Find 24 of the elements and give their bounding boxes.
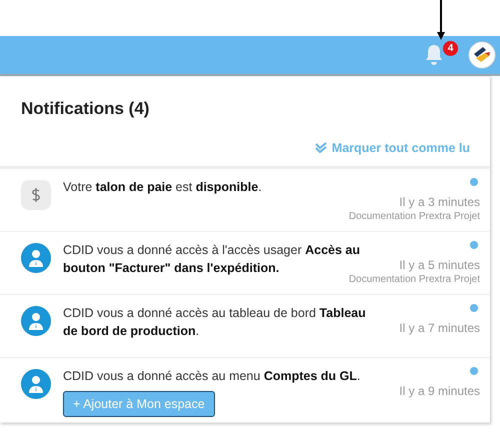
notification-time: Il y a 3 minutes [399,195,480,209]
notification-message: CDID vous a donné accès au menu Comptes du GL. [63,368,362,385]
notification-bell[interactable]: 4 [424,41,458,69]
notification-message: CDID vous a donné accès au tableau de bord Tableau de bord de production. [63,305,367,340]
user-avatar-icon [21,243,51,273]
notification-time: Il y a 7 minutes [399,321,480,335]
notification-time: Il y a 9 minutes [399,384,480,398]
dollar-icon [21,180,51,210]
notification-count-badge: 4 [443,41,458,56]
notification-item[interactable]: Votre talon de paie est disponible. Il y a 3 minutes Documentation Prextra Projet [0,169,490,232]
notification-message: Votre talon de paie est disponible. [63,179,263,196]
logo-icon[interactable] [468,41,496,69]
notification-item[interactable]: CDID vous a donné accès à l'accès usager Accès au bouton "Facturer" dans l'expédition. Il y a 5 minutes Documentation Prextra Projet [0,232,490,295]
notification-item[interactable]: CDID vous a donné accès au tableau de bord Tableau de bord de production. Il y a 7 minutes [0,295,490,358]
notification-source: Documentation Prextra Projet [348,274,480,285]
notification-time: Il y a 5 minutes [399,258,480,272]
double-check-icon [314,142,328,154]
user-avatar-icon [21,369,51,399]
user-avatar-icon [21,306,51,336]
bell-icon [424,44,444,66]
notification-message: CDID vous a donné accès à l'accès usager Accès au bouton "Facturer" dans l'expédition. [63,242,360,275]
notification-item[interactable]: CDID vous a donné accès au menu Comptes du GL. + Ajouter à Mon espace Il y a 9 minutes [0,358,490,423]
notification-source: Documentation Prextra Projet [348,211,480,222]
panel-title: Notifications (4) [21,99,150,119]
